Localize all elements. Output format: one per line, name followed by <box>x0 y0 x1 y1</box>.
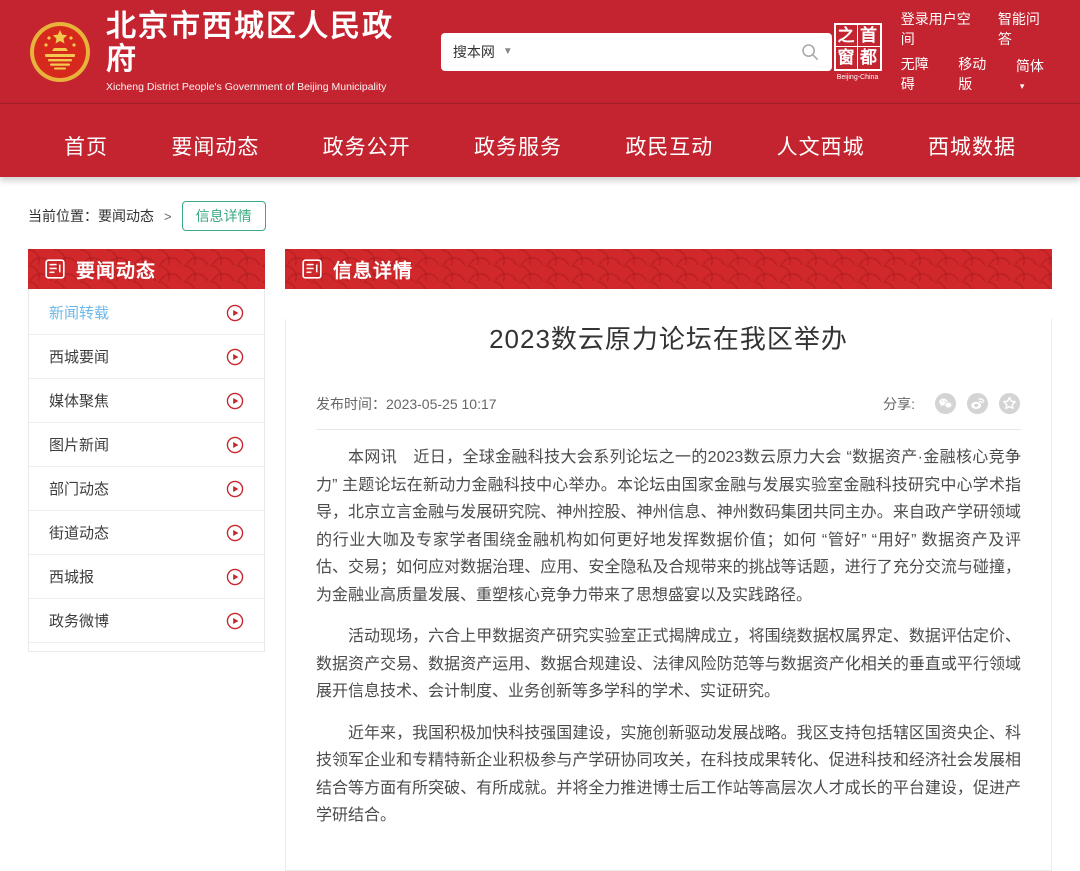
article-paragraph: 近年来，我国积极加快科技强国建设，实施创新驱动发展战略。我区支持包括辖区国资央企… <box>316 720 1021 830</box>
search-scope-label: 搜本网 <box>453 42 495 62</box>
smart-qa-link[interactable]: 智能问答 <box>998 9 1052 49</box>
news-doc-icon <box>44 258 66 280</box>
breadcrumb-separator: > <box>164 209 172 224</box>
play-circle-icon <box>226 392 244 410</box>
breadcrumb: 当前位置： 要闻动态 > 信息详情 <box>28 201 1052 231</box>
accessibility-link[interactable]: 无障碍 <box>901 54 943 94</box>
nav-item-gov-affairs-open[interactable]: 政务公开 <box>323 131 411 161</box>
publish-time: 发布时间：2023-05-25 10:17 <box>316 394 497 414</box>
article-panel: 信息详情 2023数云原力论坛在我区举办 发布时间：2023-05-25 10:… <box>285 249 1052 871</box>
article-title: 2023数云原力论坛在我区举办 <box>316 319 1021 356</box>
nav-item-home[interactable]: 首页 <box>64 131 108 161</box>
play-circle-icon <box>226 524 244 542</box>
site-header: 北京市西城区人民政府 Xicheng District People's Gov… <box>0 0 1080 103</box>
national-emblem-icon <box>28 20 92 84</box>
sidebar-item-media-focus[interactable]: 媒体聚焦 <box>29 379 264 423</box>
article-box: 2023数云原力论坛在我区举办 发布时间：2023-05-25 10:17 分享… <box>285 319 1052 871</box>
search-scope-dropdown[interactable]: 搜本网 ▼ <box>453 42 513 62</box>
sidebar-item-xicheng-paper[interactable]: 西城报 <box>29 555 264 599</box>
nav-item-news[interactable]: 要闻动态 <box>171 131 259 161</box>
sidebar-list: 新闻转载 西城要闻 媒体聚焦 图片新闻 部门动态 街道动态 <box>28 289 265 652</box>
login-user-space-link[interactable]: 登录用户空间 <box>901 9 982 49</box>
breadcrumb-label: 当前位置： <box>28 206 98 226</box>
portal-char: 首 <box>858 25 880 47</box>
breadcrumb-current-badge[interactable]: 信息详情 <box>182 201 266 231</box>
article-panel-header: 信息详情 <box>285 249 1052 289</box>
play-circle-icon <box>226 304 244 322</box>
site-logo[interactable]: 北京市西城区人民政府 Xicheng District People's Gov… <box>28 10 415 93</box>
share-wechat-icon[interactable] <box>934 392 957 415</box>
mobile-version-link[interactable]: 移动版 <box>958 54 1000 94</box>
nav-item-gov-services[interactable]: 政务服务 <box>474 131 562 161</box>
sidebar-item-department-news[interactable]: 部门动态 <box>29 467 264 511</box>
portal-grid-icon: 之 首 窗 都 <box>834 23 882 71</box>
article-body: 本网讯 近日，全球金融科技大会系列论坛之一的2023数云原力大会 “数据资产·金… <box>316 444 1021 830</box>
share-weibo-icon[interactable] <box>966 392 989 415</box>
beijing-portal-logo[interactable]: 之 首 窗 都 Beijing-China <box>832 23 882 81</box>
sidebar-item-photo-news[interactable]: 图片新闻 <box>29 423 264 467</box>
portal-char: 窗 <box>836 47 858 69</box>
play-circle-icon <box>226 436 244 454</box>
portal-caption: Beijing-China <box>832 74 882 81</box>
share-favorite-icon[interactable] <box>998 392 1021 415</box>
site-title: 北京市西城区人民政府 <box>106 10 415 76</box>
simplified-chinese-link[interactable]: 简体▾ <box>1016 56 1052 92</box>
portal-char: 都 <box>858 47 880 69</box>
play-circle-icon <box>226 480 244 498</box>
site-subtitle: Xicheng District People's Government of … <box>106 81 415 93</box>
sidebar-item-xicheng-news[interactable]: 西城要闻 <box>29 335 264 379</box>
play-circle-icon <box>226 568 244 586</box>
caret-down-icon: ▾ <box>1020 81 1025 91</box>
meta-divider <box>316 429 1021 430</box>
share-group: 分享: <box>883 392 1021 415</box>
detail-doc-icon <box>301 258 323 280</box>
nav-item-xicheng-data[interactable]: 西城数据 <box>928 131 1016 161</box>
chevron-down-icon: ▼ <box>503 46 513 57</box>
sidebar-header: 要闻动态 <box>28 249 265 289</box>
nav-item-public-interaction[interactable]: 政民互动 <box>625 131 713 161</box>
article-paragraph: 本网讯 近日，全球金融科技大会系列论坛之一的2023数云原力大会 “数据资产·金… <box>316 444 1021 609</box>
play-circle-icon <box>226 348 244 366</box>
sidebar-item-gov-weibo[interactable]: 政务微博 <box>29 599 264 643</box>
article-meta: 发布时间：2023-05-25 10:17 分享: <box>316 392 1021 415</box>
portal-char: 之 <box>836 25 858 47</box>
sidebar-title: 要闻动态 <box>76 256 156 283</box>
play-circle-icon <box>226 612 244 630</box>
search-box: 搜本网 ▼ <box>441 33 832 71</box>
sidebar-item-news-repost[interactable]: 新闻转载 <box>29 291 264 335</box>
main-nav: 首页 要闻动态 政务公开 政务服务 政民互动 人文西城 西城数据 <box>0 103 1080 177</box>
search-icon[interactable] <box>800 42 820 62</box>
article-paragraph: 活动现场，六合上甲数据资产研究实验室正式揭牌成立，将围绕数据权属界定、数据评估定… <box>316 623 1021 706</box>
nav-item-culture-xicheng[interactable]: 人文西城 <box>777 131 865 161</box>
search-input[interactable] <box>521 44 793 60</box>
breadcrumb-link-news[interactable]: 要闻动态 <box>98 206 154 226</box>
sidebar: 要闻动态 新闻转载 西城要闻 媒体聚焦 图片新闻 部门动态 <box>28 249 265 652</box>
sidebar-item-street-news[interactable]: 街道动态 <box>29 511 264 555</box>
share-label: 分享: <box>883 394 915 414</box>
article-panel-title: 信息详情 <box>333 256 413 283</box>
